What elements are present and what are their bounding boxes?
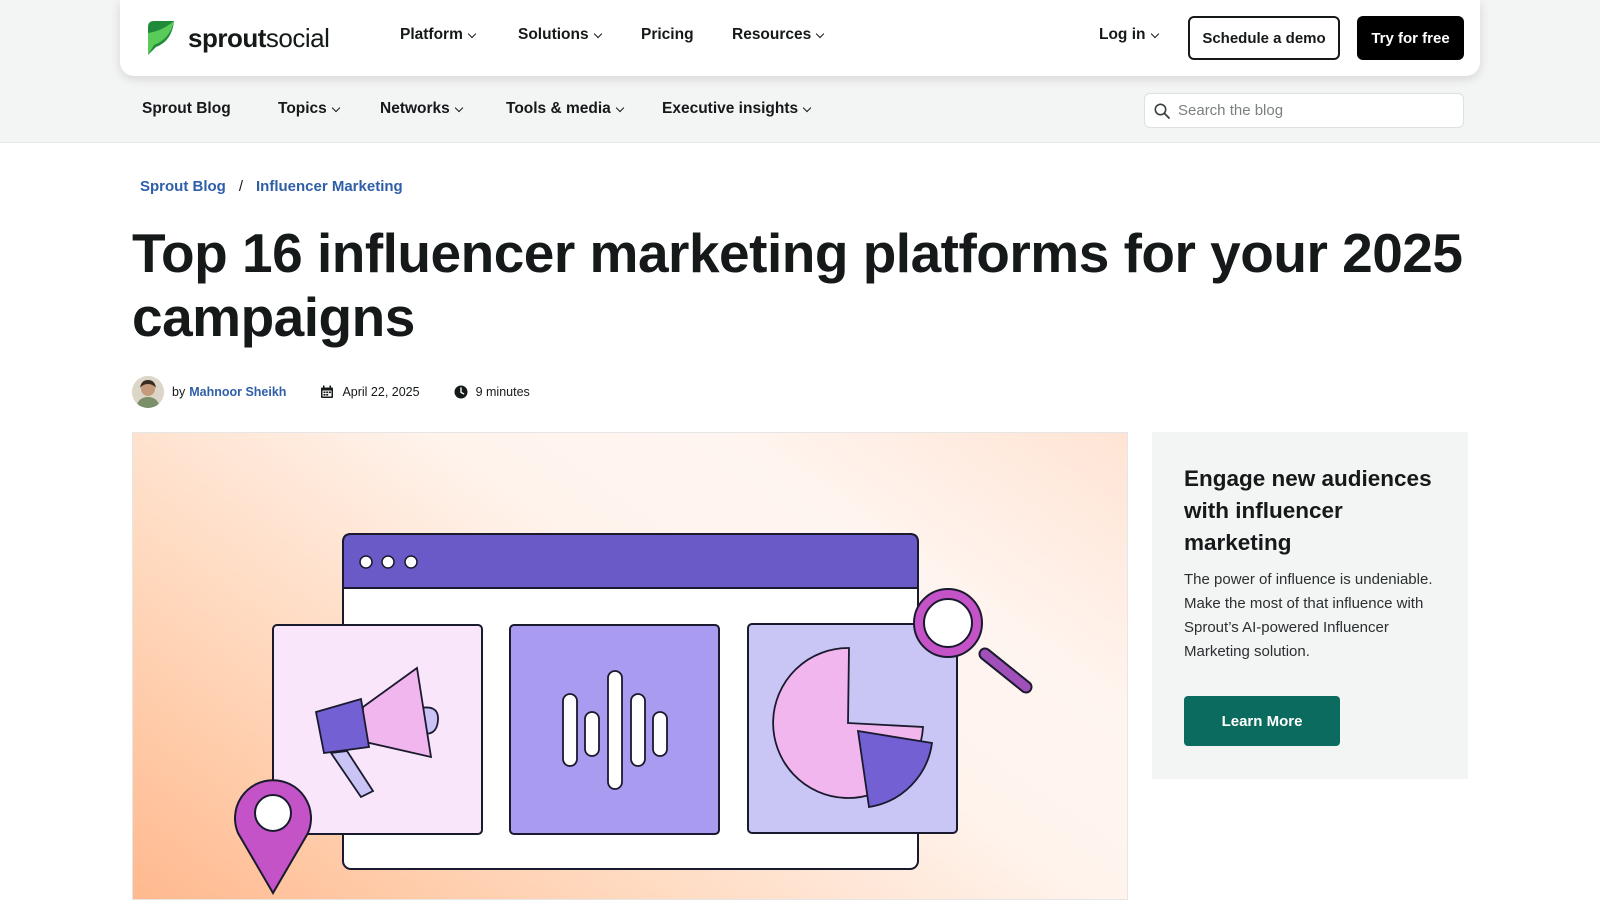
article-meta: by Mahnoor Sheikh April 22, 2025 9 minut… [132,376,530,408]
chevron-down-icon [467,29,477,38]
login-label: Log in [1099,26,1146,43]
subnav-topics[interactable]: Topics [278,100,341,118]
read-time: 9 minutes [475,385,530,399]
schedule-demo-button[interactable]: Schedule a demo [1188,16,1340,60]
sprout-social-logo[interactable]: sproutsocial [144,19,330,57]
author-avatar[interactable] [132,376,164,408]
nav-platform[interactable]: Platform [400,26,477,44]
try-for-free-button[interactable]: Try for free [1357,16,1464,60]
subnav-executive-insights[interactable]: Executive insights [662,100,812,118]
subnav-sprout-blog-label: Sprout Blog [142,100,231,117]
clock-icon [454,385,468,399]
pie-chart-icon [747,623,958,834]
hero-image [132,432,1128,900]
promo-description: The power of influence is undeniable. Ma… [1184,571,1433,660]
subnav-tools-media[interactable]: Tools & media [506,100,625,118]
subnav-networks-label: Networks [380,100,450,117]
subnav-executive-insights-label: Executive insights [662,100,799,117]
subnav-topics-label: Topics [278,100,327,117]
nav-solutions[interactable]: Solutions [518,26,602,44]
blog-search-input[interactable]: Search the blog [1144,93,1464,128]
sprout-leaf-icon [148,21,174,55]
subnav-tools-media-label: Tools & media [506,100,611,117]
nav-resources-label: Resources [732,26,812,43]
breadcrumb-separator: / [238,178,243,195]
logo-wordmark: sproutsocial [188,22,330,53]
promo-title: Engage new audiences with influencer mar… [1184,466,1432,555]
chevron-down-icon [816,29,825,38]
nav-pricing-label: Pricing [641,26,694,43]
nav-pricing[interactable]: Pricing [641,26,694,44]
breadcrumb-sprout-blog[interactable]: Sprout Blog [140,178,226,195]
author-link[interactable]: Mahnoor Sheikh [189,385,286,399]
chevron-down-icon [615,103,625,112]
promo-sidebar: Engage new audiences with influencer mar… [1152,432,1468,779]
main-navigation: sproutsocial Platform Solutions Pricing … [120,0,1480,76]
calendar-icon [321,385,334,398]
subnav-sprout-blog[interactable]: Sprout Blog [142,100,231,118]
search-icon [1154,103,1170,119]
nav-platform-label: Platform [400,26,463,43]
nav-resources[interactable]: Resources [732,26,825,44]
breadcrumb-influencer-marketing[interactable]: Influencer Marketing [256,178,403,195]
nav-solutions-label: Solutions [518,26,589,43]
search-placeholder: Search the blog [1178,102,1284,119]
location-pin-icon [234,779,312,895]
login-link[interactable]: Log in [1099,26,1159,44]
article-title: Top 16 influencer marketing platforms fo… [132,222,1463,348]
chevron-down-icon [802,103,812,112]
subnav-networks[interactable]: Networks [380,100,464,118]
by-label: by [172,385,186,399]
publish-date: April 22, 2025 [342,385,420,399]
chevron-down-icon [331,103,341,112]
chevron-down-icon [454,103,464,112]
learn-more-button[interactable]: Learn More [1184,696,1340,746]
audio-waveform-icon [509,624,720,835]
chevron-down-icon [1150,29,1159,38]
chevron-down-icon [593,29,602,38]
breadcrumb: Sprout Blog / Influencer Marketing [140,178,403,195]
